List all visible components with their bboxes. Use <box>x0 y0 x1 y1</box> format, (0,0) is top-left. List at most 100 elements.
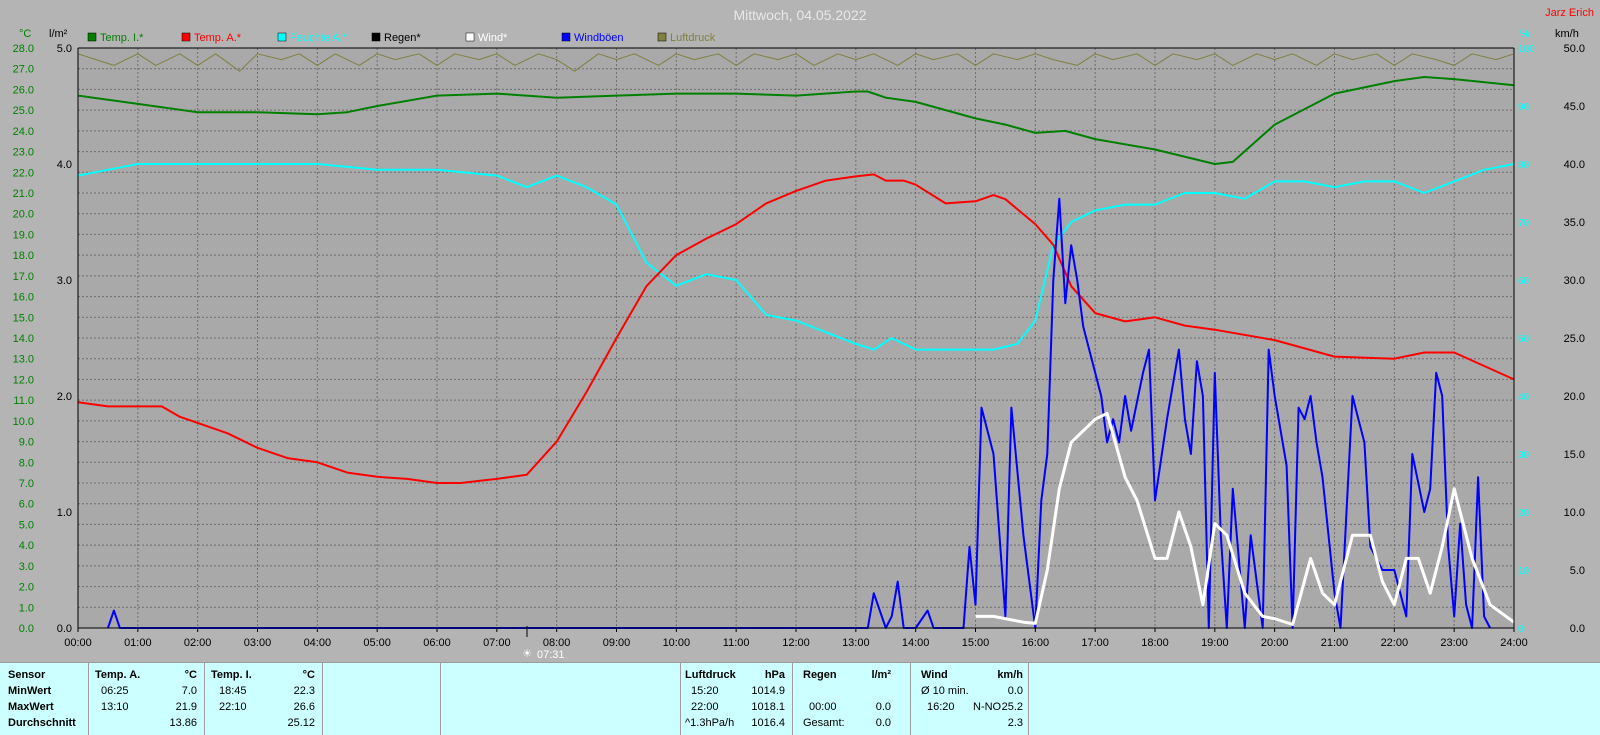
humidity-tick-label: 80 <box>1518 160 1530 171</box>
temp-tick-label: 10.0 <box>13 416 34 428</box>
humidity-tick-label: 100 <box>1518 44 1535 55</box>
rain-tick-label: 3.0 <box>57 275 72 287</box>
humidity-tick-label: 10 <box>1518 566 1530 577</box>
stats-empty-3 <box>1028 663 1600 735</box>
x-tick-label: 24:00 <box>1500 637 1528 649</box>
rain-tick-label: 0.0 <box>57 623 72 635</box>
humidity-tick-label: 50 <box>1518 334 1530 345</box>
temp-tick-label: 28.0 <box>13 43 34 55</box>
stats-empty-1 <box>322 663 441 735</box>
humidity-tick-label: 40 <box>1518 392 1530 403</box>
row-max-label: MaxWert <box>8 701 54 713</box>
row-min-label: MinWert <box>8 685 52 697</box>
stats-empty-2 <box>440 663 681 735</box>
x-tick-label: 05:00 <box>363 637 391 649</box>
x-tick-label: 08:00 <box>543 637 571 649</box>
right-unit-wind: km/h <box>1555 28 1579 40</box>
humidity-tick-label: 30 <box>1518 450 1530 461</box>
temp-tick-label: 20.0 <box>13 209 34 221</box>
temp-tick-label: 22.0 <box>13 167 34 179</box>
x-tick-label: 19:00 <box>1201 637 1229 649</box>
legend-label: Wind* <box>478 32 508 44</box>
temp-tick-label: 27.0 <box>13 64 34 76</box>
x-tick-label: 11:00 <box>723 637 750 649</box>
temp-tick-label: 0.0 <box>19 623 34 635</box>
legend-label: Regen* <box>384 32 421 44</box>
wind-tick-label: 15.0 <box>1564 449 1585 461</box>
humidity-tick-label: 0 <box>1518 624 1524 635</box>
x-tick-label: 20:00 <box>1261 637 1289 649</box>
wind-tick-label: 30.0 <box>1564 275 1585 287</box>
x-tick-label: 23:00 <box>1440 637 1468 649</box>
x-tick-label: 07:00 <box>483 637 511 649</box>
stats-labels: Sensor MinWert MaxWert Durchschnitt <box>0 663 88 735</box>
temp-tick-label: 8.0 <box>19 457 34 469</box>
x-tick-label: 00:00 <box>64 637 92 649</box>
temp-tick-label: 26.0 <box>13 84 34 96</box>
wind-tick-label: 50.0 <box>1564 43 1585 55</box>
stats-wind: Wind km/h Ø 10 min. 0.0 16:20 N-NO 25.2 … <box>910 663 1029 735</box>
wind-tick-label: 35.0 <box>1564 217 1585 229</box>
humidity-tick-label: 70 <box>1518 218 1530 229</box>
humidity-tick-label: 60 <box>1518 276 1530 287</box>
legend-label: Temp. I.* <box>100 32 144 44</box>
humidity-tick-label: 90 <box>1518 102 1530 113</box>
temp-tick-label: 23.0 <box>13 147 34 159</box>
legend-label: Temp. A.* <box>194 32 242 44</box>
stats-panel: Sensor MinWert MaxWert Durchschnitt Temp… <box>0 662 1600 735</box>
legend-swatch <box>657 32 667 42</box>
stats-pressure: Luftdruck hPa 15:20 1014.9 22:00 1018.1 … <box>680 663 793 735</box>
chart-title: Mittwoch, 04.05.2022 <box>733 7 866 23</box>
x-tick-label: 01:00 <box>124 637 152 649</box>
temp-tick-label: 18.0 <box>13 250 34 262</box>
wind-tick-label: 25.0 <box>1564 333 1585 345</box>
temp-tick-label: 24.0 <box>13 126 34 138</box>
legend-swatch <box>277 32 287 42</box>
rain-tick-label: 2.0 <box>57 391 72 403</box>
wind-tick-label: 0.0 <box>1570 623 1585 635</box>
left-unit-temp: °C <box>19 28 31 40</box>
row-avg-label: Durchschnitt <box>8 717 76 729</box>
legend-swatch <box>465 32 475 42</box>
temp-tick-label: 13.0 <box>13 354 34 366</box>
x-tick-label: 10:00 <box>663 637 691 649</box>
legend-label: Windböen <box>574 32 624 44</box>
wind-tick-label: 20.0 <box>1564 391 1585 403</box>
right-unit-humidity: % <box>1520 28 1530 40</box>
weather-chart: 0.0 1.0 2.0 3.0 4.0 5.0 6.0 7.0 8.0 9.0 10.0 11.0 12… <box>13 7 1594 661</box>
x-tick-label: 03:00 <box>244 637 272 649</box>
x-tick-label: 16:00 <box>1022 637 1050 649</box>
temp-tick-label: 11.0 <box>13 395 34 407</box>
temp-tick-label: 6.0 <box>19 499 34 511</box>
legend-swatch <box>87 32 97 42</box>
temp-tick-label: 16.0 <box>13 292 34 304</box>
temp-tick-label: 7.0 <box>19 478 34 490</box>
rain-tick-label: 4.0 <box>57 159 72 171</box>
temp-tick-label: 12.0 <box>13 374 34 386</box>
left-unit-rain: l/m² <box>49 28 68 40</box>
x-tick-label: 13:00 <box>842 637 870 649</box>
sunrise-icon: ☀ <box>522 648 532 660</box>
x-tick-label: 09:00 <box>603 637 631 649</box>
wind-tick-label: 40.0 <box>1564 159 1585 171</box>
legend-swatch <box>371 32 381 42</box>
temp-tick-label: 9.0 <box>19 437 34 449</box>
x-tick-label: 15:00 <box>962 637 990 649</box>
temp-tick-label: 21.0 <box>13 188 34 200</box>
x-tick-label: 17:00 <box>1081 637 1109 649</box>
x-tick-label: 04:00 <box>304 637 332 649</box>
humidity-tick-label: 20 <box>1518 508 1530 519</box>
x-tick-label: 21:00 <box>1321 637 1349 649</box>
temp-tick-label: 19.0 <box>13 229 34 241</box>
temp-tick-label: 5.0 <box>19 519 34 531</box>
x-tick-label: 02:00 <box>184 637 212 649</box>
temp-tick-label: 1.0 <box>19 602 34 614</box>
sunrise-time: 07:31 <box>537 649 565 661</box>
wind-tick-label: 10.0 <box>1564 507 1585 519</box>
x-tick-label: 18:00 <box>1141 637 1169 649</box>
stats-temp-i: Temp. I. °C 18:45 22.3 22:10 26.6 25.12 <box>204 663 323 735</box>
x-tick-label: 14:00 <box>902 637 930 649</box>
temp-tick-label: 17.0 <box>13 271 34 283</box>
rain-tick-label: 1.0 <box>57 507 72 519</box>
rain-tick-label: 5.0 <box>57 43 72 55</box>
